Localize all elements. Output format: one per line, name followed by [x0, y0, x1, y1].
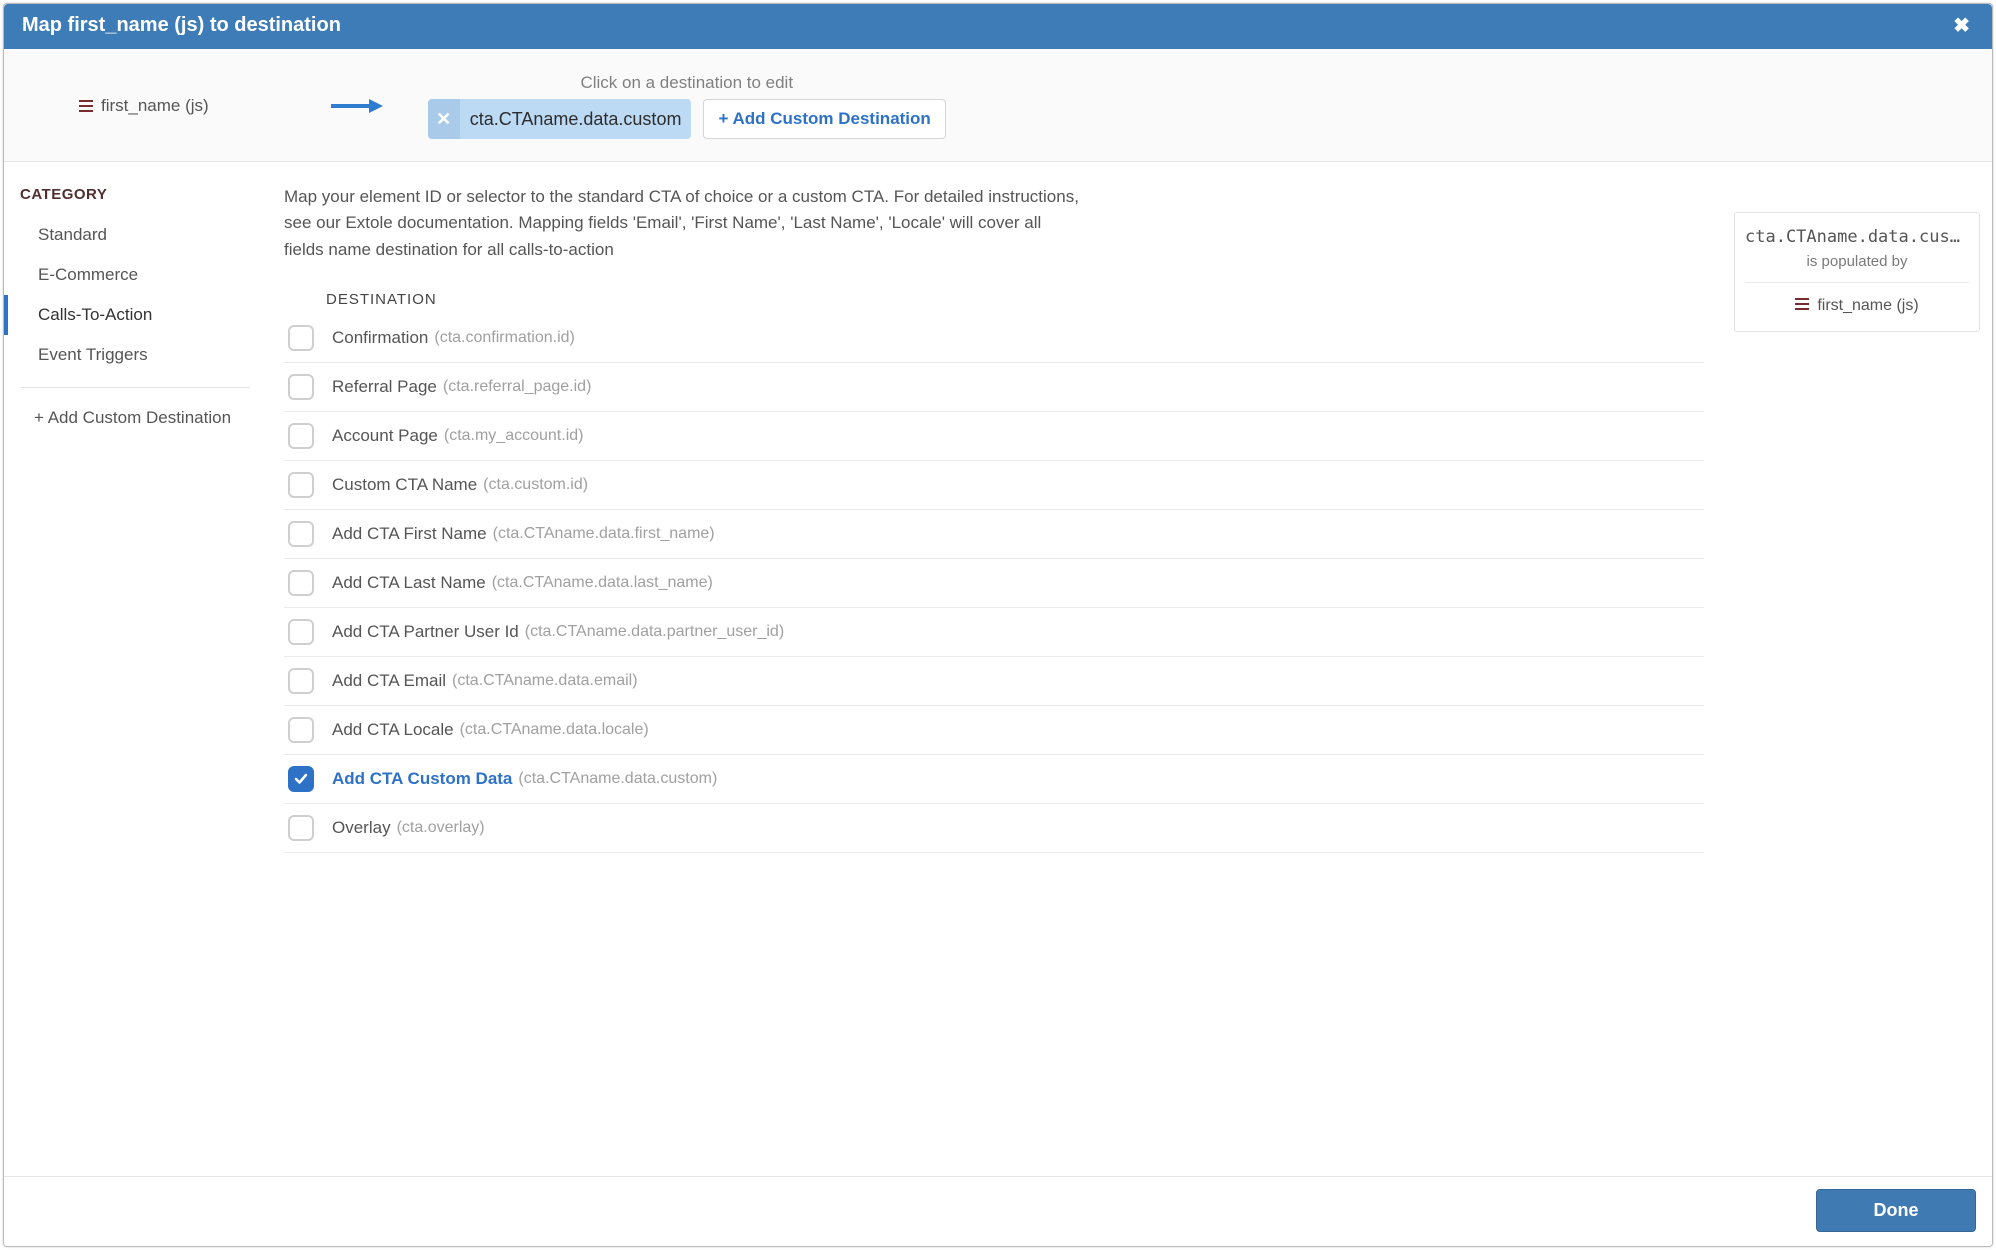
- destination-label: Add CTA Locale: [332, 720, 454, 740]
- destination-code: (cta.CTAname.data.email): [452, 672, 638, 690]
- close-icon[interactable]: ✖: [1949, 16, 1974, 36]
- destination-row[interactable]: Confirmation (cta.confirmation.id): [284, 314, 1704, 363]
- info-source-label: first_name (js): [1817, 297, 1918, 315]
- category-sidebar: CATEGORY StandardE-CommerceCalls-To-Acti…: [4, 162, 266, 1176]
- source-field-label: first_name (js): [101, 96, 209, 116]
- destination-label: Confirmation: [332, 328, 428, 348]
- destination-label: Add CTA Partner User Id: [332, 622, 519, 642]
- destination-label: Account Page: [332, 426, 438, 446]
- destination-code: (cta.overlay): [397, 819, 485, 837]
- destination-code: (cta.confirmation.id): [434, 329, 575, 347]
- dialog-footer: Done: [4, 1176, 1992, 1246]
- sidebar-item-e-commerce[interactable]: E-Commerce: [4, 255, 266, 295]
- mapping-bar: first_name (js) Click on a destination t…: [4, 49, 1992, 162]
- add-custom-destination-button[interactable]: + Add Custom Destination: [703, 99, 945, 139]
- destination-code: (cta.CTAname.data.locale): [460, 721, 649, 739]
- category-list: StandardE-CommerceCalls-To-ActionEvent T…: [4, 215, 266, 375]
- destination-checkbox[interactable]: [288, 668, 314, 694]
- source-field: first_name (js): [79, 96, 209, 116]
- info-card: cta.CTAname.data.cust… is populated by f…: [1734, 212, 1980, 332]
- chip-remove-icon[interactable]: ✕: [428, 99, 460, 139]
- info-source: first_name (js): [1745, 297, 1969, 315]
- destination-chip[interactable]: ✕ cta.CTAname.data.custom: [428, 99, 692, 139]
- destination-checkbox[interactable]: [288, 815, 314, 841]
- dialog-title: Map first_name (js) to destination: [22, 14, 341, 37]
- destination-checkbox[interactable]: [288, 472, 314, 498]
- destination-row[interactable]: Referral Page (cta.referral_page.id): [284, 363, 1704, 412]
- destination-heading: DESTINATION: [284, 263, 1706, 314]
- destination-code: (cta.referral_page.id): [443, 378, 592, 396]
- sidebar-add-custom[interactable]: + Add Custom Destination: [4, 400, 266, 436]
- destination-row[interactable]: Add CTA Locale (cta.CTAname.data.locale): [284, 706, 1704, 755]
- destination-row[interactable]: Custom CTA Name (cta.custom.id): [284, 461, 1704, 510]
- destination-hint: Click on a destination to edit: [428, 73, 946, 93]
- destination-checkbox[interactable]: [288, 521, 314, 547]
- destination-label: Referral Page: [332, 377, 437, 397]
- chip-label: cta.CTAname.data.custom: [460, 99, 692, 139]
- destination-row[interactable]: Add CTA Last Name (cta.CTAname.data.last_…: [284, 559, 1704, 608]
- done-button[interactable]: Done: [1816, 1189, 1976, 1232]
- destination-row[interactable]: Add CTA Email (cta.CTAname.data.email): [284, 657, 1704, 706]
- destination-code: (cta.CTAname.data.partner_user_id): [525, 623, 784, 641]
- destination-code: (cta.custom.id): [483, 476, 588, 494]
- destination-label: Add CTA Custom Data: [332, 769, 512, 789]
- destination-label: Add CTA First Name: [332, 524, 487, 544]
- info-populated-by: is populated by: [1745, 253, 1969, 283]
- destination-row[interactable]: Account Page (cta.my_account.id): [284, 412, 1704, 461]
- destination-code: (cta.CTAname.data.last_name): [492, 574, 713, 592]
- destination-code: (cta.CTAname.data.first_name): [493, 525, 715, 543]
- map-destination-modal: Map first_name (js) to destination ✖ fir…: [3, 3, 1993, 1247]
- destination-checkbox[interactable]: [288, 325, 314, 351]
- arrow-icon: [329, 97, 383, 115]
- destination-checkbox[interactable]: [288, 374, 314, 400]
- destination-row[interactable]: Add CTA First Name (cta.CTAname.data.firs…: [284, 510, 1704, 559]
- main-panel: Map your element ID or selector to the s…: [266, 162, 1722, 1176]
- destination-label: Custom CTA Name: [332, 475, 477, 495]
- destination-code: (cta.CTAname.data.custom): [518, 770, 717, 788]
- destination-checkbox[interactable]: [288, 570, 314, 596]
- sidebar-item-standard[interactable]: Standard: [4, 215, 266, 255]
- dialog-header: Map first_name (js) to destination ✖: [4, 4, 1992, 49]
- sidebar-item-calls-to-action[interactable]: Calls-To-Action: [4, 295, 266, 335]
- source-field-icon: [79, 100, 93, 112]
- destination-row[interactable]: Add CTA Custom Data (cta.CTAname.data.cus…: [284, 755, 1704, 804]
- destination-checkbox[interactable]: [288, 717, 314, 743]
- destination-group: Click on a destination to edit ✕ cta.CTA…: [428, 73, 946, 139]
- right-panel: cta.CTAname.data.cust… is populated by f…: [1722, 162, 1992, 1176]
- destination-row[interactable]: Overlay (cta.overlay): [284, 804, 1704, 853]
- destination-code: (cta.my_account.id): [444, 427, 584, 445]
- category-heading: CATEGORY: [4, 186, 266, 215]
- destination-checkbox[interactable]: [288, 766, 314, 792]
- destination-label: Overlay: [332, 818, 391, 838]
- info-destination-code: cta.CTAname.data.cust…: [1745, 227, 1969, 247]
- destination-list[interactable]: Confirmation (cta.confirmation.id) Referra…: [284, 314, 1706, 1176]
- instructions-text: Map your element ID or selector to the s…: [284, 184, 1084, 263]
- destination-checkbox[interactable]: [288, 619, 314, 645]
- sidebar-item-event-triggers[interactable]: Event Triggers: [4, 335, 266, 375]
- destination-label: Add CTA Last Name: [332, 573, 486, 593]
- destination-checkbox[interactable]: [288, 423, 314, 449]
- dialog-body: CATEGORY StandardE-CommerceCalls-To-Acti…: [4, 162, 1992, 1176]
- destination-label: Add CTA Email: [332, 671, 446, 691]
- destination-row[interactable]: Add CTA Partner User Id (cta.CTAname.data…: [284, 608, 1704, 657]
- sidebar-divider: [20, 387, 250, 388]
- info-source-icon: [1795, 297, 1809, 315]
